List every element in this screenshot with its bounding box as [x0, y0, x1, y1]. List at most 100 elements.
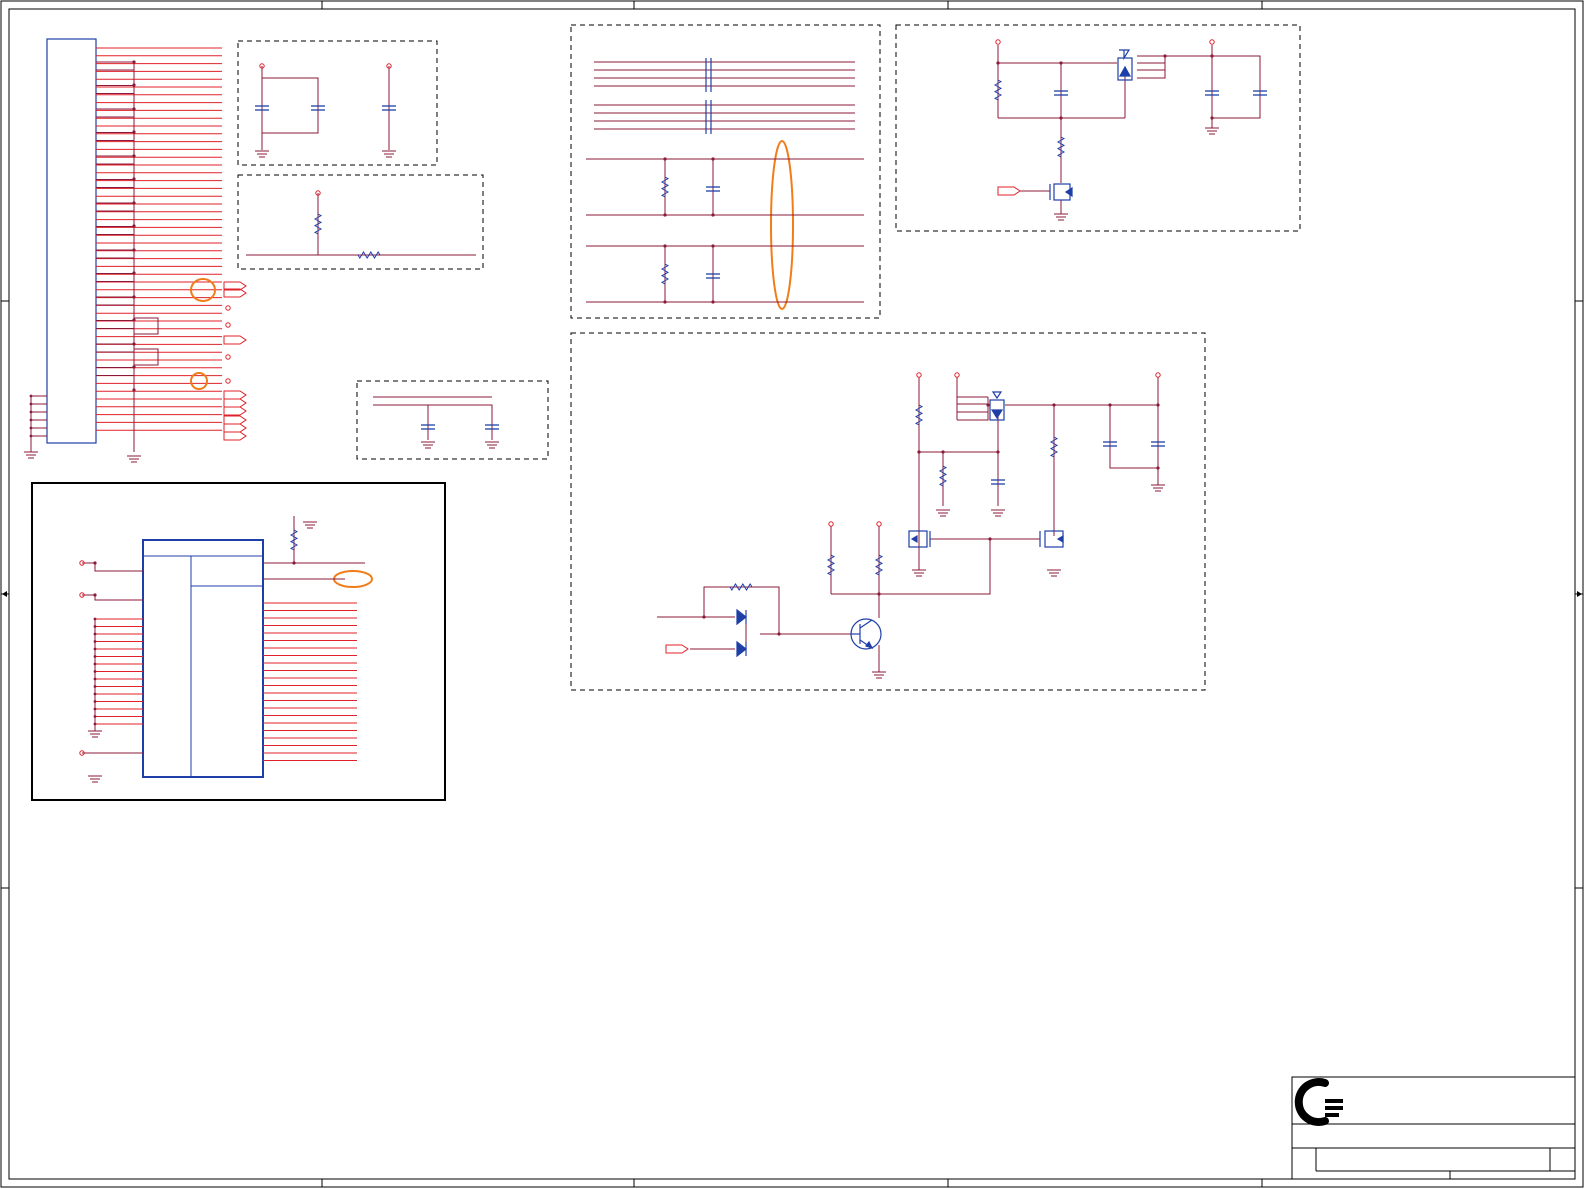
resistor-icon	[313, 213, 323, 235]
junction-dot	[1156, 466, 1160, 470]
junction-dot	[132, 224, 136, 228]
connector-bridge	[96, 320, 134, 329]
differential-pair-block	[586, 61, 864, 303]
schematic-canvas	[0, 0, 1584, 1188]
ground-icon	[936, 509, 950, 517]
junction-dot	[132, 295, 136, 299]
power-port-icon	[954, 372, 960, 378]
ground-icon	[991, 509, 1005, 517]
diode-icon	[736, 640, 747, 658]
junction-dot	[29, 410, 33, 414]
junction-dot	[988, 537, 992, 541]
junction-dot	[29, 394, 33, 398]
load-switch-block-top	[997, 45, 1261, 214]
connector-bridge	[134, 317, 159, 366]
ground-icon	[1205, 127, 1219, 135]
junction-dot	[941, 450, 945, 454]
junction-dot	[93, 662, 97, 666]
resistor-icon	[729, 583, 753, 591]
power-port-icon	[995, 39, 1001, 45]
ground-icon	[24, 451, 38, 459]
power-sequencing-block	[657, 377, 1159, 672]
title-block	[1291, 1076, 1576, 1180]
junction-dot	[1108, 403, 1112, 407]
ground-icon	[88, 730, 102, 738]
off-page-connector-icon	[223, 415, 247, 425]
resistor-icon	[993, 79, 1003, 101]
connector-bridge	[96, 343, 134, 353]
power-port-icon	[828, 521, 834, 527]
junction-dot	[93, 655, 97, 658]
resistor-icon	[660, 176, 670, 198]
power-port-icon	[225, 305, 231, 311]
ac-coupling-caps	[705, 58, 712, 134]
junction-dot	[93, 625, 97, 628]
junction-dot	[93, 632, 97, 636]
off-page-connector-icon	[223, 398, 247, 408]
junction-dot	[663, 300, 667, 304]
junction-dot	[29, 402, 33, 406]
junction-dot	[1052, 403, 1056, 407]
junction-dot	[877, 592, 881, 596]
connector-bridge	[96, 296, 134, 306]
junction-dot	[93, 685, 97, 688]
decoupling-block-top	[261, 66, 390, 150]
junction-dot	[1156, 403, 1160, 407]
junction-dot	[132, 83, 136, 87]
resistor-icon	[289, 529, 299, 551]
junction-dot	[29, 434, 33, 438]
schematic-sheet	[0, 0, 1585, 1189]
junction-dot	[711, 213, 715, 217]
decoupling-block-low	[373, 396, 493, 440]
power-port-icon	[225, 322, 231, 328]
junction-dot	[996, 450, 1000, 454]
junction-dot	[777, 632, 781, 636]
power-port-icon	[1155, 372, 1161, 378]
junction-dot	[132, 201, 136, 205]
junction-dot	[132, 248, 136, 252]
ground-icon	[912, 569, 926, 577]
junction-dot	[93, 593, 97, 597]
logo-mark	[1294, 1078, 1343, 1126]
junction-dot	[132, 318, 136, 322]
resistor-icon	[660, 263, 670, 285]
junction-dot	[132, 154, 136, 158]
junction-dot	[93, 677, 97, 681]
left-ground-stack	[30, 395, 47, 452]
junction-dot	[1210, 116, 1214, 120]
junction-dot	[663, 213, 667, 217]
junction-dot	[711, 300, 715, 304]
junction-dot	[29, 418, 33, 422]
highlight-marks	[190, 140, 794, 588]
junction-dot	[93, 561, 97, 565]
off-page-connector-icon	[223, 335, 247, 345]
junction-dot	[93, 670, 97, 673]
block-outlines	[237, 24, 1301, 691]
junction-dot	[93, 647, 97, 651]
resistor-icon	[1049, 436, 1059, 458]
resistor-icon	[357, 251, 381, 259]
junction-dot	[93, 700, 97, 703]
off-page-connector-icon	[997, 186, 1021, 196]
ground-icon	[872, 671, 886, 679]
junction-dot	[996, 61, 1000, 65]
decoupling-block-mid	[246, 193, 476, 256]
power-port-icon	[876, 521, 882, 527]
junction-dot	[93, 715, 97, 718]
resistor-icon	[826, 554, 836, 576]
resistor-icon	[914, 404, 924, 426]
junction-dot	[711, 244, 715, 248]
junction-dot	[132, 388, 136, 392]
resistor-icon	[938, 465, 948, 487]
ground-icon	[1151, 484, 1165, 492]
junction-dot	[711, 157, 715, 161]
junction-dot	[1059, 61, 1063, 65]
junction-dot	[93, 617, 97, 621]
junction-dot	[663, 157, 667, 161]
off-page-connector-icon	[223, 406, 247, 416]
junction-dot	[702, 615, 706, 619]
off-page-connector-icon	[665, 644, 689, 654]
junction-dot	[1059, 116, 1063, 120]
power-port-icon	[225, 378, 231, 384]
ground-icon	[421, 441, 435, 449]
